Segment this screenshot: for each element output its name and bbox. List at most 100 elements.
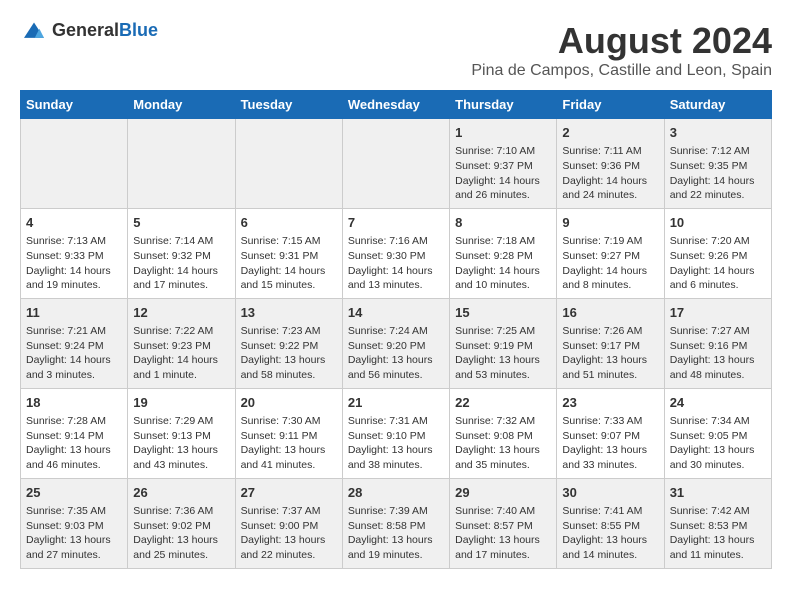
day-info: Sunrise: 7:40 AM (455, 504, 551, 519)
main-title: August 2024 (471, 20, 772, 62)
weekday-header-tuesday: Tuesday (235, 91, 342, 119)
day-info: Sunrise: 7:30 AM (241, 414, 337, 429)
day-number: 8 (455, 214, 551, 232)
calendar-cell: 14Sunrise: 7:24 AMSunset: 9:20 PMDayligh… (342, 298, 449, 388)
week-row-4: 18Sunrise: 7:28 AMSunset: 9:14 PMDayligh… (21, 388, 772, 478)
day-info: Sunrise: 7:14 AM (133, 234, 229, 249)
calendar-cell: 6Sunrise: 7:15 AMSunset: 9:31 PMDaylight… (235, 208, 342, 298)
day-info: Sunset: 9:37 PM (455, 159, 551, 174)
day-info: Daylight: 13 hours (241, 533, 337, 548)
day-info: and 56 minutes. (348, 368, 444, 383)
day-info: and 27 minutes. (26, 548, 122, 563)
calendar-cell: 22Sunrise: 7:32 AMSunset: 9:08 PMDayligh… (450, 388, 557, 478)
weekday-header-saturday: Saturday (664, 91, 771, 119)
calendar-cell (235, 119, 342, 209)
day-number: 21 (348, 394, 444, 412)
day-number: 28 (348, 484, 444, 502)
day-info: Sunset: 9:31 PM (241, 249, 337, 264)
day-info: Sunset: 9:05 PM (670, 429, 766, 444)
day-info: Sunrise: 7:29 AM (133, 414, 229, 429)
day-info: Sunrise: 7:16 AM (348, 234, 444, 249)
day-info: Daylight: 14 hours (455, 264, 551, 279)
day-info: and 19 minutes. (26, 278, 122, 293)
calendar-cell: 31Sunrise: 7:42 AMSunset: 8:53 PMDayligh… (664, 478, 771, 568)
calendar-cell: 4Sunrise: 7:13 AMSunset: 9:33 PMDaylight… (21, 208, 128, 298)
day-number: 17 (670, 304, 766, 322)
day-info: Sunset: 8:58 PM (348, 519, 444, 534)
day-info: Sunset: 9:17 PM (562, 339, 658, 354)
day-info: Sunrise: 7:23 AM (241, 324, 337, 339)
day-info: and 13 minutes. (348, 278, 444, 293)
day-info: Daylight: 13 hours (670, 443, 766, 458)
day-info: Daylight: 13 hours (455, 443, 551, 458)
day-info: Daylight: 13 hours (348, 533, 444, 548)
day-info: and 15 minutes. (241, 278, 337, 293)
day-number: 15 (455, 304, 551, 322)
day-info: Sunrise: 7:32 AM (455, 414, 551, 429)
day-info: Sunrise: 7:41 AM (562, 504, 658, 519)
day-info: Sunrise: 7:36 AM (133, 504, 229, 519)
calendar-cell: 11Sunrise: 7:21 AMSunset: 9:24 PMDayligh… (21, 298, 128, 388)
day-number: 14 (348, 304, 444, 322)
day-info: and 1 minute. (133, 368, 229, 383)
day-info: Sunrise: 7:24 AM (348, 324, 444, 339)
day-info: Sunrise: 7:28 AM (26, 414, 122, 429)
day-info: Daylight: 14 hours (670, 174, 766, 189)
day-number: 5 (133, 214, 229, 232)
logo-text-general: General (52, 20, 119, 40)
day-info: Daylight: 14 hours (133, 353, 229, 368)
day-number: 27 (241, 484, 337, 502)
day-info: Daylight: 13 hours (562, 353, 658, 368)
day-info: Daylight: 14 hours (241, 264, 337, 279)
calendar-cell (21, 119, 128, 209)
day-info: Sunset: 9:13 PM (133, 429, 229, 444)
day-info: Sunset: 9:28 PM (455, 249, 551, 264)
calendar-cell: 7Sunrise: 7:16 AMSunset: 9:30 PMDaylight… (342, 208, 449, 298)
day-number: 18 (26, 394, 122, 412)
day-info: and 41 minutes. (241, 458, 337, 473)
calendar-cell: 2Sunrise: 7:11 AMSunset: 9:36 PMDaylight… (557, 119, 664, 209)
day-info: and 46 minutes. (26, 458, 122, 473)
day-info: and 30 minutes. (670, 458, 766, 473)
day-info: Sunrise: 7:10 AM (455, 144, 551, 159)
day-info: Daylight: 13 hours (26, 443, 122, 458)
day-info: Daylight: 13 hours (455, 353, 551, 368)
logo-text-blue: Blue (119, 20, 158, 40)
day-info: and 22 minutes. (241, 548, 337, 563)
day-info: Sunrise: 7:18 AM (455, 234, 551, 249)
day-info: Daylight: 13 hours (241, 353, 337, 368)
day-info: Sunrise: 7:39 AM (348, 504, 444, 519)
day-info: Sunrise: 7:42 AM (670, 504, 766, 519)
day-number: 16 (562, 304, 658, 322)
day-number: 4 (26, 214, 122, 232)
day-info: Sunrise: 7:12 AM (670, 144, 766, 159)
day-number: 10 (670, 214, 766, 232)
calendar-cell: 9Sunrise: 7:19 AMSunset: 9:27 PMDaylight… (557, 208, 664, 298)
day-info: Sunrise: 7:34 AM (670, 414, 766, 429)
day-info: Daylight: 13 hours (562, 533, 658, 548)
day-number: 30 (562, 484, 658, 502)
day-info: and 38 minutes. (348, 458, 444, 473)
calendar-cell: 19Sunrise: 7:29 AMSunset: 9:13 PMDayligh… (128, 388, 235, 478)
day-info: Daylight: 13 hours (133, 533, 229, 548)
header: GeneralBlue August 2024 Pina de Campos, … (20, 20, 772, 80)
day-info: Daylight: 13 hours (562, 443, 658, 458)
calendar-cell: 16Sunrise: 7:26 AMSunset: 9:17 PMDayligh… (557, 298, 664, 388)
day-info: Sunrise: 7:31 AM (348, 414, 444, 429)
day-info: Sunset: 8:53 PM (670, 519, 766, 534)
day-info: Daylight: 14 hours (348, 264, 444, 279)
day-info: and 17 minutes. (133, 278, 229, 293)
calendar-cell (128, 119, 235, 209)
day-number: 25 (26, 484, 122, 502)
day-info: Sunset: 9:32 PM (133, 249, 229, 264)
calendar-cell: 30Sunrise: 7:41 AMSunset: 8:55 PMDayligh… (557, 478, 664, 568)
calendar-cell: 25Sunrise: 7:35 AMSunset: 9:03 PMDayligh… (21, 478, 128, 568)
day-info: Daylight: 14 hours (26, 264, 122, 279)
day-info: Sunrise: 7:21 AM (26, 324, 122, 339)
day-info: and 22 minutes. (670, 188, 766, 203)
day-info: Sunset: 9:24 PM (26, 339, 122, 354)
day-info: Sunset: 9:16 PM (670, 339, 766, 354)
day-info: and 43 minutes. (133, 458, 229, 473)
week-row-3: 11Sunrise: 7:21 AMSunset: 9:24 PMDayligh… (21, 298, 772, 388)
day-info: and 25 minutes. (133, 548, 229, 563)
